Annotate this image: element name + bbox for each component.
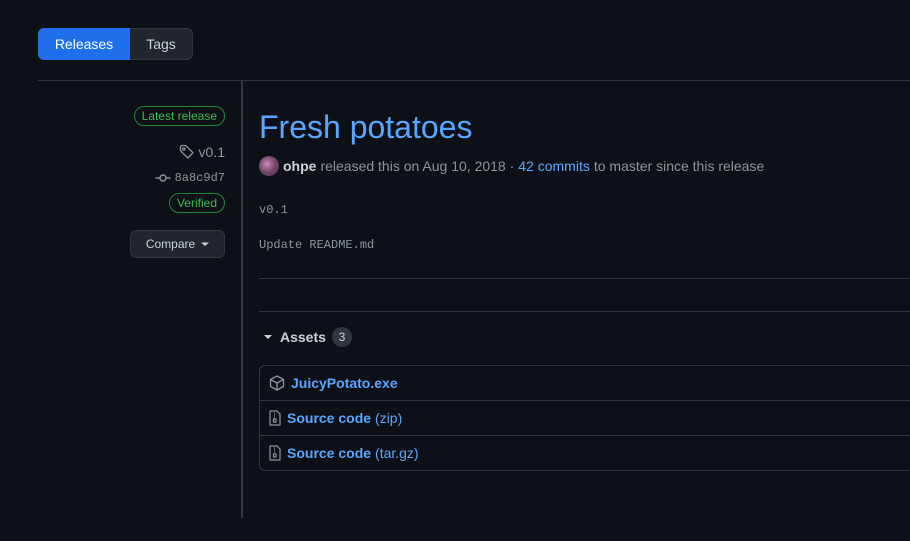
- asset-ext: (tar.gz): [375, 445, 419, 461]
- tag-link[interactable]: v0.1: [179, 144, 225, 160]
- package-icon: [269, 375, 285, 391]
- asset-name: Source code: [287, 445, 372, 461]
- commit-icon: [155, 170, 171, 186]
- release-meta: ohpe released this on Aug 10, 2018 · 42 …: [259, 156, 764, 176]
- asset-list: JuicyPotato.exe Source code (zip) Source…: [259, 365, 910, 471]
- assets-divider: [259, 311, 910, 312]
- assets-count: 3: [331, 327, 352, 347]
- asset-link[interactable]: Source code (zip): [287, 410, 402, 426]
- timeline-line: [241, 81, 243, 518]
- asset-name: Source code: [287, 410, 372, 426]
- tab-tags[interactable]: Tags: [130, 28, 193, 60]
- since-text: to master since this release: [593, 158, 765, 174]
- verified-badge[interactable]: Verified: [168, 193, 225, 213]
- tab-releases[interactable]: Releases: [38, 28, 130, 60]
- release-body-line: Update README.md: [259, 238, 375, 252]
- commit-link[interactable]: 8a8c9d7: [155, 170, 225, 186]
- commits-link[interactable]: 42 commits: [518, 158, 590, 174]
- asset-row[interactable]: Source code (tar.gz): [260, 435, 910, 470]
- body-divider: [259, 278, 910, 279]
- commit-sha: 8a8c9d7: [174, 171, 225, 185]
- assets-toggle[interactable]: Assets 3: [262, 327, 352, 347]
- chevron-down-icon: [201, 240, 210, 248]
- asset-row[interactable]: Source code (zip): [260, 400, 910, 435]
- asset-link[interactable]: JuicyPotato.exe: [291, 375, 398, 391]
- compare-button[interactable]: Compare: [130, 230, 225, 258]
- triangle-down-icon: [262, 331, 274, 343]
- header-divider: [38, 80, 910, 81]
- assets-heading: Assets: [280, 329, 326, 345]
- release-title[interactable]: Fresh potatoes: [259, 107, 472, 147]
- file-zip-icon: [269, 445, 281, 461]
- release-tabs: Releases Tags: [38, 28, 193, 60]
- tag-label: v0.1: [198, 144, 225, 160]
- file-zip-icon: [269, 410, 281, 426]
- releases-page: Releases Tags Latest release v0.1 8a8c9d…: [0, 0, 910, 541]
- author-link[interactable]: ohpe: [283, 158, 316, 174]
- asset-ext: (zip): [375, 410, 403, 426]
- released-text: released this on Aug 10, 2018 ·: [320, 158, 515, 174]
- compare-label: Compare: [145, 237, 196, 251]
- release-body-line: v0.1: [259, 203, 288, 217]
- asset-link[interactable]: Source code (tar.gz): [287, 445, 419, 461]
- avatar[interactable]: [259, 156, 279, 176]
- asset-row[interactable]: JuicyPotato.exe: [260, 366, 910, 400]
- latest-release-badge: Latest release: [133, 106, 225, 126]
- tag-icon: [179, 144, 195, 160]
